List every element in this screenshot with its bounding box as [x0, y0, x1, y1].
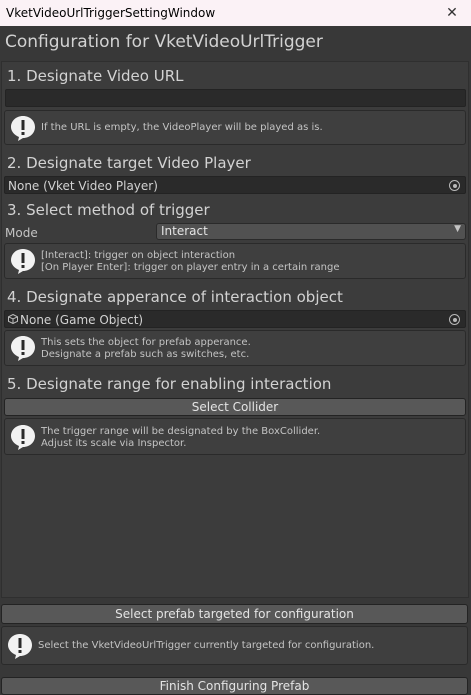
video-url-field[interactable]	[5, 89, 466, 107]
range-help-text: The trigger range will be designated by …	[41, 426, 320, 450]
close-icon[interactable]: ✕	[442, 4, 462, 22]
section5-heading: 5. Designate range for enabling interact…	[7, 375, 332, 393]
object-picker-icon[interactable]	[449, 314, 460, 325]
section3-heading: 3. Select method of trigger	[7, 201, 210, 219]
cube-icon	[8, 314, 18, 324]
select-prefab-button[interactable]: Select prefab targeted for configuration	[1, 604, 468, 624]
speech-bubble-exclamation-icon	[11, 424, 35, 450]
select-collider-button[interactable]: Select Collider	[4, 398, 466, 416]
trigger-help-line2: [On Player Enter]: trigger on player ent…	[41, 262, 340, 273]
url-help-box: If the URL is empty, the VideoPlayer wil…	[4, 110, 466, 145]
video-player-field[interactable]: None (Vket Video Player)	[4, 176, 466, 194]
mode-value: Interact	[161, 224, 208, 238]
video-player-value: None (Vket Video Player)	[8, 179, 158, 193]
trigger-help-box: [Interact]: trigger on object interactio…	[4, 243, 466, 279]
trigger-help-line1: [Interact]: trigger on object interactio…	[41, 250, 236, 261]
range-help-box: The trigger range will be designated by …	[4, 418, 466, 455]
appearance-help-text: This sets the object for prefab apperanc…	[41, 337, 251, 361]
url-help-text: If the URL is empty, the VideoPlayer wil…	[41, 122, 323, 133]
window-titlebar: VketVideoUrlTriggerSettingWindow ✕	[0, 0, 471, 26]
appearance-help-box: This sets the object for prefab apperanc…	[4, 330, 466, 366]
finish-configuring-button[interactable]: Finish Configuring Prefab	[1, 677, 468, 695]
object-picker-icon[interactable]	[449, 180, 460, 191]
trigger-help-text: [Interact]: trigger on object interactio…	[41, 250, 339, 274]
mode-label: Mode	[5, 226, 38, 240]
section1-heading: 1. Designate Video URL	[7, 67, 184, 85]
appearance-help-line1: This sets the object for prefab apperanc…	[41, 337, 251, 348]
appearance-help-line2: Designate a prefab such as switches, etc…	[41, 349, 250, 360]
speech-bubble-exclamation-icon	[11, 115, 35, 141]
speech-bubble-exclamation-icon	[11, 249, 35, 274]
appearance-object-value: None (Game Object)	[20, 313, 144, 327]
speech-bubble-exclamation-icon	[11, 336, 35, 361]
select-prefab-help-box: Select the VketVideoUrlTrigger currently…	[1, 626, 468, 665]
range-help-line2: Adjust its scale via Inspector.	[41, 438, 187, 449]
appearance-object-field[interactable]: None (Game Object)	[4, 310, 466, 328]
speech-bubble-exclamation-icon	[8, 633, 32, 659]
select-prefab-help-text: Select the VketVideoUrlTrigger currently…	[38, 640, 375, 651]
mode-dropdown[interactable]: Interact ▼	[156, 223, 466, 240]
page-title: Configuration for VketVideoUrlTrigger	[5, 32, 323, 52]
range-help-line1: The trigger range will be designated by …	[41, 426, 321, 437]
section2-heading: 2. Designate target Video Player	[7, 154, 251, 172]
window-title: VketVideoUrlTriggerSettingWindow	[6, 6, 216, 20]
triangle-down-icon: ▼	[454, 224, 461, 234]
section4-heading: 4. Designate apperance of interaction ob…	[7, 288, 343, 306]
